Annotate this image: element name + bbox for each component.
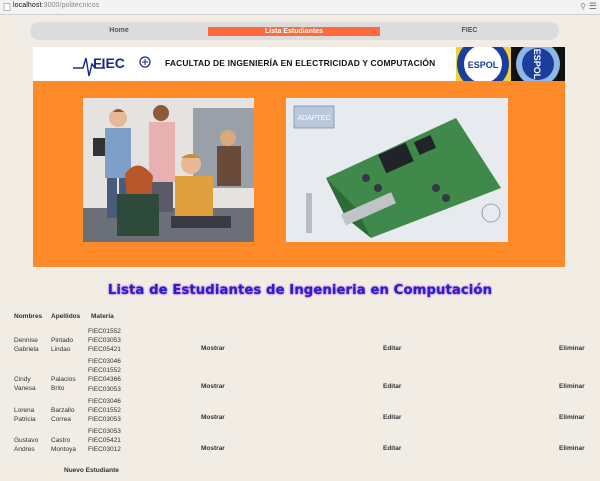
materia-line: FIEC03046: [88, 398, 121, 405]
eliminar-link[interactable]: Eliminar: [559, 414, 585, 421]
url-path: :3000/politecnicos: [41, 2, 100, 9]
nav-home[interactable]: Home: [30, 22, 208, 40]
materia-line: FIEC05421: [88, 346, 121, 354]
mostrar-link[interactable]: Mostrar: [201, 414, 225, 421]
nombre-line: Andres: [14, 446, 35, 454]
new-student-link[interactable]: Nuevo Estudiante: [64, 467, 119, 474]
materia-line: FIEC03053: [88, 416, 121, 424]
nombre-line: Gabriela: [14, 346, 39, 354]
banner-title: FACULTAD DE INGENIERÍA EN ELECTRICIDAD Y…: [165, 58, 436, 68]
nombre-line: Lorena: [14, 407, 35, 414]
apellido-line: Pintado: [51, 337, 74, 344]
editar-link[interactable]: Editar: [383, 383, 401, 390]
apellido-line: Barzallo: [51, 407, 75, 414]
eliminar-link[interactable]: Eliminar: [559, 345, 585, 352]
top-nav: Home Lista Estudiantes FIEC: [30, 22, 559, 40]
nav-fiec[interactable]: FIEC: [380, 22, 559, 40]
materia-line: FIEC03053: [88, 385, 121, 393]
fiec-logo-text: FIEC: [93, 55, 125, 71]
cell-materias: FIEC01552 FIEC03053 FIEC05421: [88, 327, 121, 355]
mostrar-link[interactable]: Mostrar: [201, 383, 225, 390]
mostrar-link[interactable]: Mostrar: [201, 345, 225, 352]
apellido-line: Castro: [51, 437, 71, 444]
header-apellidos: Apellidos: [51, 313, 81, 320]
eliminar-link[interactable]: Eliminar: [559, 445, 585, 452]
materia-line: FIEC05421: [88, 437, 121, 445]
editar-link[interactable]: Editar: [383, 414, 401, 421]
materia-line: FIEC03012: [88, 446, 121, 454]
mostrar-link[interactable]: Mostrar: [201, 445, 225, 452]
cell-materias: FIEC03046 FIEC01552 FIEC04366 FIEC03053: [88, 357, 121, 394]
menu-icon[interactable]: ☰: [589, 1, 597, 12]
cell-apellidos: Barzallo Correa: [51, 406, 74, 424]
browser-address-bar[interactable]: localhost:3000/politecnicos ⚲ ☰: [0, 0, 600, 15]
nombre-line: Patricia: [14, 416, 36, 424]
nombre-line: Gustavo: [14, 437, 39, 444]
eliminar-link[interactable]: Eliminar: [559, 383, 585, 390]
nav-lista-estudiantes[interactable]: Lista Estudiantes: [208, 27, 380, 36]
cell-nombres: Cindy Vanesa: [14, 375, 36, 393]
url-text[interactable]: localhost:3000/politecnicos: [13, 2, 99, 9]
espol-text-1: ESPOL: [468, 60, 499, 70]
header-nombres: Nombres: [14, 313, 43, 320]
cell-nombres: Dennise Gabriela: [14, 336, 39, 354]
materia-line: FIEC01552: [88, 407, 121, 415]
nombre-line: Dennise: [14, 337, 38, 344]
students-illustration: [83, 98, 254, 242]
page-icon: [3, 3, 11, 11]
cell-nombres: Gustavo Andres: [14, 436, 38, 454]
cell-materias: FIEC03053 FIEC05421 FIEC03012: [88, 427, 121, 455]
adaptec-card-image: ADAPTEC: [286, 98, 508, 242]
nombre-line: Cindy: [14, 376, 31, 383]
hero-panel: ADAPTEC: [33, 81, 565, 267]
search-icon[interactable]: ⚲: [580, 2, 586, 11]
materia-line: FIEC04366: [88, 376, 121, 384]
apellido-line: Montoya: [51, 446, 76, 454]
espol-logo: ESPOL ESPOL: [456, 47, 565, 81]
apellido-line: Brito: [51, 385, 65, 393]
fiec-logo: FIEC: [73, 55, 151, 77]
header-materia: Materia: [91, 313, 114, 320]
espol-text-2: ESPOL: [532, 49, 542, 80]
editar-link[interactable]: Editar: [383, 445, 401, 452]
faculty-banner: FIEC FACULTAD DE INGENIERÍA EN ELECTRICI…: [33, 47, 565, 81]
apellido-line: Lindao: [51, 346, 71, 354]
materia-line: FIEC01552: [88, 367, 121, 375]
cell-apellidos: Palacios Brito: [51, 375, 76, 393]
cell-apellidos: Pintado Lindao: [51, 336, 73, 354]
materia-line: FIEC03053: [88, 337, 121, 345]
nombre-line: Vanesa: [14, 385, 36, 393]
editar-link[interactable]: Editar: [383, 345, 401, 352]
cell-apellidos: Castro Montoya: [51, 436, 76, 454]
materia-line: FIEC03046: [88, 358, 121, 365]
materia-line: FIEC03053: [88, 428, 121, 435]
page-title: Lista de Estudiantes de Ingenieria en Co…: [107, 283, 493, 298]
adaptec-label: ADAPTEC: [297, 115, 330, 122]
url-host: localhost: [13, 2, 42, 9]
cell-materias: FIEC03046 FIEC01552 FIEC03053: [88, 397, 121, 425]
apellido-line: Palacios: [51, 376, 76, 383]
apellido-line: Correa: [51, 416, 71, 424]
materia-line: FIEC01552: [88, 328, 121, 335]
cell-nombres: Lorena Patricia: [14, 406, 36, 424]
